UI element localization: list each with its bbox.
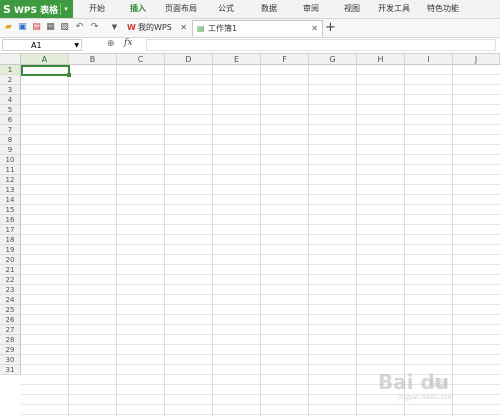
name-box[interactable]: A1 ▼	[2, 39, 82, 51]
menu-item-home[interactable]: 开始	[83, 0, 111, 18]
quick-access-toolbar: ▰ ▣ ▤ ▦ ▧ ↶ ↷ ▼ W 我的WPS ✕ ▤ 工作簿1 ✕ +	[0, 19, 500, 38]
column-header[interactable]: B	[69, 54, 117, 65]
close-icon[interactable]: ✕	[311, 21, 318, 37]
menu-bar: S WPS 表格 ▾ 开始 插入 页面布局 公式 数据 审阅 视图 开发工具 特…	[0, 0, 500, 19]
row-header[interactable]: 23	[0, 285, 21, 295]
row-header[interactable]: 27	[0, 325, 21, 335]
fill-handle[interactable]	[67, 73, 71, 77]
row-header[interactable]: 12	[0, 175, 21, 185]
row-header[interactable]: 20	[0, 255, 21, 265]
row-header[interactable]: 13	[0, 185, 21, 195]
fx-icon[interactable]: fx	[124, 38, 132, 48]
redo-icon[interactable]: ↷	[89, 22, 100, 33]
row-header[interactable]: 1	[0, 65, 21, 75]
row-header[interactable]: 4	[0, 95, 21, 105]
row-header[interactable]: 25	[0, 305, 21, 315]
column-header[interactable]: H	[357, 54, 405, 65]
name-box-value: A1	[31, 41, 42, 50]
row-header[interactable]: 19	[0, 245, 21, 255]
row-header[interactable]: 24	[0, 295, 21, 305]
row-header[interactable]: 22	[0, 275, 21, 285]
column-header[interactable]: A	[21, 54, 69, 65]
formula-bar: A1 ▼ ⊕ fx	[0, 38, 500, 54]
watermark-subtitle: 经验	[430, 379, 449, 389]
undo-icon[interactable]: ↶	[74, 22, 85, 33]
tab-label: 我的WPS	[138, 23, 172, 32]
row-header[interactable]: 6	[0, 115, 21, 125]
spreadsheet-icon: ▤	[197, 24, 205, 33]
select-all-corner[interactable]	[0, 54, 21, 65]
tab-workbook1[interactable]: ▤ 工作簿1 ✕	[192, 20, 323, 36]
print-preview-icon[interactable]: ▧	[59, 22, 70, 33]
menu-item-page-layout[interactable]: 页面布局	[160, 0, 202, 18]
wps-logo-icon: S	[3, 2, 11, 16]
menu-item-view[interactable]: 视图	[338, 0, 366, 18]
export-pdf-icon[interactable]: ▤	[31, 22, 42, 33]
column-header[interactable]: C	[117, 54, 165, 65]
menu-item-insert[interactable]: 插入	[124, 0, 152, 18]
cell-grid[interactable]	[21, 65, 500, 417]
print-icon[interactable]: ▦	[45, 22, 56, 33]
tab-my-wps[interactable]: W 我的WPS ✕	[123, 20, 191, 36]
column-header[interactable]: F	[261, 54, 309, 65]
row-header[interactable]: 18	[0, 235, 21, 245]
zoom-icon[interactable]: ⊕	[107, 39, 115, 49]
wps-icon: W	[127, 23, 136, 32]
row-header[interactable]: 7	[0, 125, 21, 135]
column-header[interactable]: G	[309, 54, 357, 65]
new-tab-button[interactable]: +	[325, 20, 336, 36]
row-header[interactable]: 21	[0, 265, 21, 275]
row-header[interactable]: 14	[0, 195, 21, 205]
menu-item-developer[interactable]: 开发工具	[374, 0, 414, 18]
row-header[interactable]: 17	[0, 225, 21, 235]
chevron-down-icon[interactable]: ▾	[60, 3, 71, 15]
column-header[interactable]: E	[213, 54, 261, 65]
row-header[interactable]: 2	[0, 75, 21, 85]
app-title: WPS 表格	[13, 5, 59, 16]
row-header[interactable]: 10	[0, 155, 21, 165]
row-header[interactable]: 30	[0, 355, 21, 365]
column-header[interactable]: D	[165, 54, 213, 65]
app-menu-button[interactable]: S WPS 表格 ▾	[0, 0, 73, 18]
save-icon[interactable]: ▣	[17, 22, 28, 33]
row-header[interactable]: 9	[0, 145, 21, 155]
close-icon[interactable]: ✕	[180, 20, 187, 36]
watermark-url: jingyan.baidu.com	[398, 394, 454, 401]
row-header[interactable]: 26	[0, 315, 21, 325]
chevron-down-icon[interactable]: ▼	[74, 40, 79, 52]
menu-item-special[interactable]: 特色功能	[422, 0, 464, 18]
row-header[interactable]: 16	[0, 215, 21, 225]
menu-item-data[interactable]: 数据	[255, 0, 283, 18]
row-header[interactable]: 15	[0, 205, 21, 215]
menu-item-review[interactable]: 审阅	[297, 0, 325, 18]
tab-label: 工作簿1	[208, 24, 238, 33]
menu-item-formulas[interactable]: 公式	[212, 0, 240, 18]
column-header[interactable]: J	[453, 54, 500, 65]
row-header[interactable]: 28	[0, 335, 21, 345]
open-folder-icon[interactable]: ▰	[3, 22, 14, 33]
row-header[interactable]: 3	[0, 85, 21, 95]
row-header[interactable]: 29	[0, 345, 21, 355]
column-header[interactable]: I	[405, 54, 453, 65]
row-header[interactable]: 31	[0, 365, 21, 375]
row-header[interactable]: 5	[0, 105, 21, 115]
formula-input[interactable]	[146, 39, 496, 51]
dropdown-icon[interactable]: ▼	[109, 22, 120, 33]
row-header[interactable]: 11	[0, 165, 21, 175]
row-header[interactable]: 8	[0, 135, 21, 145]
active-cell-a1[interactable]	[21, 65, 71, 77]
